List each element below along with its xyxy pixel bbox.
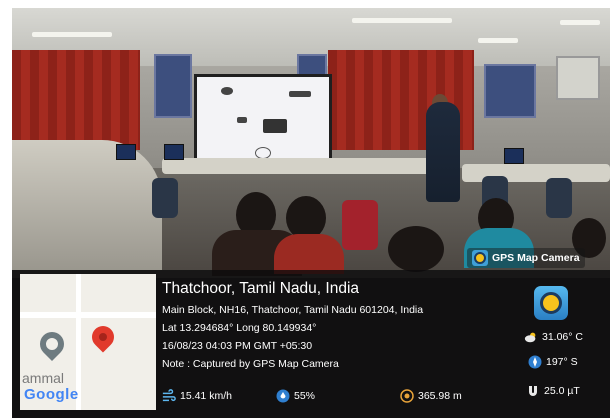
chair: [342, 200, 378, 250]
magnet-icon: [526, 384, 540, 398]
wind-metric: 15.41 km/h: [162, 389, 232, 403]
gps-brand-badge: GPS Map Camera: [467, 248, 585, 268]
ceiling-light: [32, 32, 112, 37]
altitude-icon: [400, 389, 414, 403]
chair: [152, 178, 178, 218]
place-title: Thatchoor, Tamil Nadu, India: [162, 280, 360, 297]
monitor: [116, 144, 136, 160]
location-pin-icon: [35, 327, 69, 361]
desk-row-front: [12, 140, 162, 270]
ceiling-light: [478, 38, 518, 43]
monitor: [164, 144, 184, 160]
map-place-label: ammal: [22, 370, 65, 386]
mini-map: ammal Google: [20, 274, 156, 410]
camera-app-icon: [472, 250, 488, 266]
temperature-metric: 31.06° C: [524, 330, 583, 344]
brand-label: GPS Map Camera: [492, 252, 580, 264]
humidity-icon: [276, 389, 290, 403]
notice-board: [484, 64, 536, 118]
chair: [546, 178, 572, 218]
notice-board: [154, 54, 192, 118]
altitude-value: 365.98 m: [418, 390, 462, 402]
coordinates-line: Lat 13.294684° Long 80.149934°: [162, 322, 317, 334]
temperature-value: 31.06° C: [542, 331, 583, 343]
location-pin-icon: [87, 321, 119, 353]
cloud-temperature-icon: [524, 330, 538, 344]
camera-app-icon: [534, 286, 568, 320]
compass-icon: [528, 355, 542, 369]
photo-frame: ammal Google GPS Map Camera Thatchoor, T…: [12, 8, 610, 418]
humidity-value: 55%: [294, 390, 316, 402]
ceiling-light: [560, 20, 600, 25]
wind-value: 15.41 km/h: [180, 390, 232, 402]
magnetic-metric: 25.0 µT: [526, 384, 580, 398]
direction-value: 197° S: [546, 356, 578, 368]
monitor: [504, 148, 524, 164]
address-line: Main Block, NH16, Thatchoor, Tamil Nadu …: [162, 304, 424, 316]
google-logo: Google: [24, 386, 79, 403]
student-body: [274, 234, 344, 274]
humidity-metric: 55%: [276, 389, 315, 403]
slide-figure: [263, 119, 287, 133]
note-line: Note : Captured by GPS Map Camera: [162, 358, 339, 370]
slide-figure: [237, 117, 247, 123]
altitude-metric: 365.98 m: [400, 389, 462, 403]
datetime-line: 16/08/23 04:03 PM GMT +05:30: [162, 340, 313, 352]
map-road: [20, 312, 156, 318]
slide-figure: [221, 87, 233, 95]
slide-figure: [289, 91, 311, 97]
wind-icon: [162, 389, 176, 403]
ceiling-light: [352, 18, 452, 23]
direction-metric: 197° S: [528, 355, 578, 369]
presenter: [426, 102, 460, 202]
magnetic-value: 25.0 µT: [544, 385, 580, 397]
desk-row: [162, 158, 432, 174]
student-head: [388, 226, 444, 272]
poster: [556, 56, 600, 100]
curtain-left: [12, 50, 140, 150]
